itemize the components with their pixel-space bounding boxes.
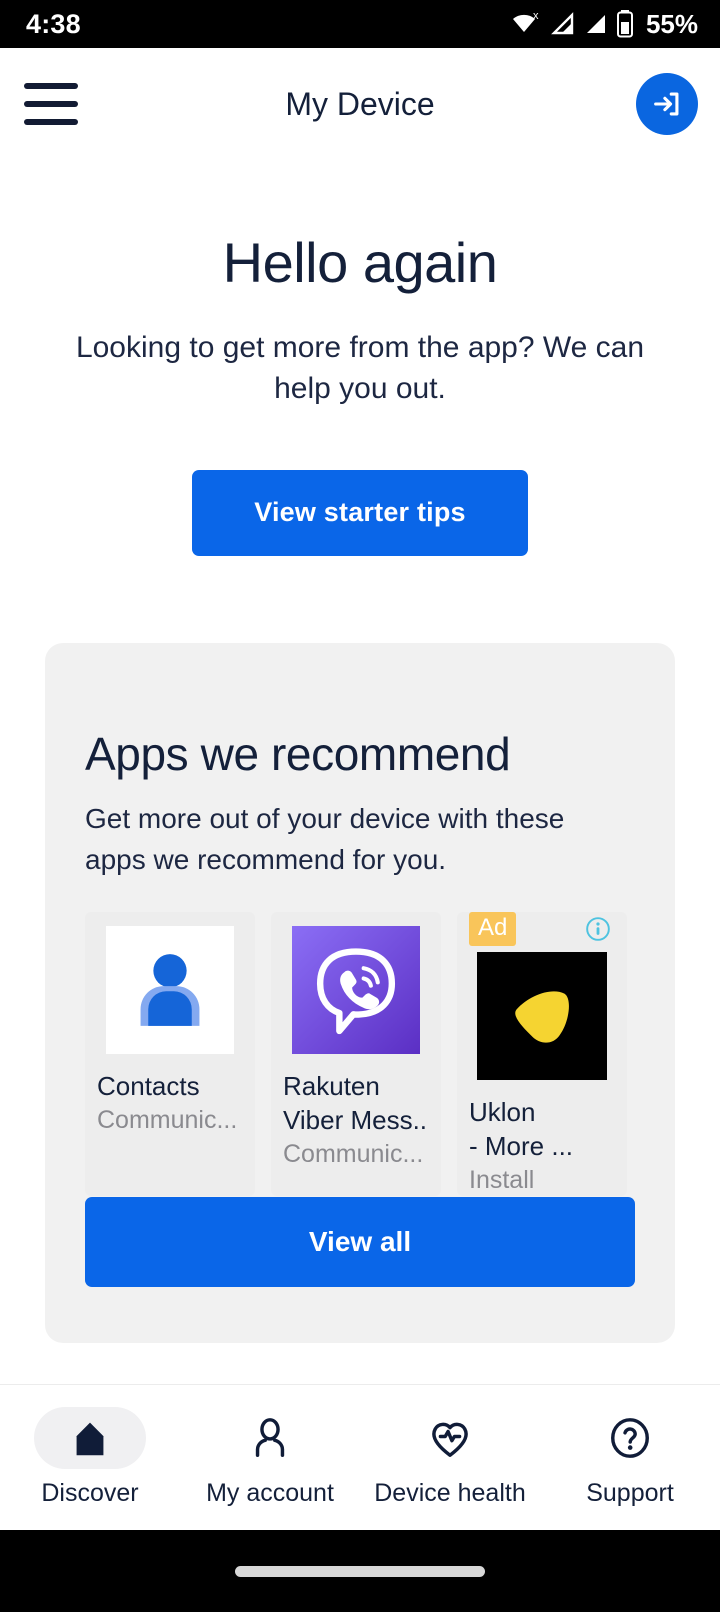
view-starter-tips-button[interactable]: View starter tips (192, 469, 528, 556)
app-category: Communic... (97, 1105, 238, 1134)
app-screen: 4:38 x 55% My Device Hello again Looking… (0, 0, 720, 1612)
nav-label: Discover (41, 1479, 139, 1507)
nav-label: My account (206, 1479, 334, 1507)
heart-pulse-icon (432, 1422, 468, 1457)
view-all-button[interactable]: View all (85, 1197, 635, 1287)
app-name: Rakuten (283, 1071, 380, 1102)
app-install-label: Install (469, 1165, 535, 1194)
home-icon (76, 1422, 104, 1456)
status-bar: 4:38 x 55% (0, 0, 720, 48)
battery-percentage: 55% (645, 8, 698, 39)
card-description: Get more out of your device with these a… (85, 803, 565, 875)
person-icon (255, 1418, 285, 1457)
app-name-line2: - More ... (469, 1130, 574, 1161)
system-gesture-bar (0, 1530, 720, 1612)
hamburger-menu-icon[interactable] (24, 83, 78, 125)
sign-in-icon (654, 92, 679, 116)
nav-item-my-account[interactable]: My account (180, 1407, 360, 1508)
app-name-line2: Viber Mess... (283, 1104, 429, 1135)
battery-icon (616, 10, 633, 38)
nav-icon-background (34, 1407, 146, 1469)
status-bar-indicators: x 55% (512, 9, 698, 40)
nav-icon-background (214, 1407, 326, 1469)
nav-icon-background (574, 1407, 686, 1469)
bottom-navigation: Discover My account Device health Suppor… (0, 1384, 720, 1530)
info-icon[interactable] (585, 916, 611, 942)
app-tile-uklon-ad[interactable]: Ad Uklon - More ... Install (457, 912, 627, 1197)
contacts-person-icon (106, 926, 234, 1055)
gesture-handle[interactable] (235, 1565, 485, 1577)
nav-label: Support (586, 1479, 674, 1507)
hero-heading: Hello again (222, 231, 498, 294)
page-title: My Device (285, 85, 435, 122)
uklon-yellow-triangle-icon (515, 991, 569, 1043)
sign-in-button[interactable] (636, 73, 698, 135)
app-tile-viber[interactable]: Rakuten Viber Mess... Communic... (271, 912, 441, 1197)
card-heading: Apps we recommend (85, 728, 511, 780)
ad-header: Ad (469, 912, 615, 952)
hero-section: Hello again Looking to get more from the… (0, 160, 720, 556)
status-bar-clock: 4:38 (26, 8, 81, 39)
ad-thumbnail (477, 952, 607, 1081)
app-tile-contacts[interactable]: Contacts Communic... (85, 912, 255, 1197)
nav-item-discover[interactable]: Discover (0, 1407, 180, 1508)
hero-subheading: Looking to get more from the app? We can… (75, 330, 645, 406)
cellular-signal-2-icon (586, 15, 605, 33)
app-category: Communic... (283, 1139, 424, 1168)
app-bar: My Device (0, 48, 720, 160)
apps-we-recommend-card: Apps we recommend Get more out of your d… (45, 643, 675, 1343)
nav-icon-background (394, 1407, 506, 1469)
cellular-signal-1-icon (551, 12, 574, 35)
nav-item-support[interactable]: Support (540, 1407, 720, 1508)
app-name: Uklon (469, 1097, 536, 1128)
recommended-apps-list: Contacts Communic... Rakuten Viber Mess.… (85, 912, 635, 1197)
app-name: Contacts (97, 1071, 200, 1102)
ad-badge: Ad (469, 912, 517, 946)
nav-item-device-health[interactable]: Device health (360, 1407, 540, 1508)
svg-text:x: x (533, 10, 539, 22)
viber-phone-bubble-icon (292, 926, 420, 1055)
nav-label: Device health (374, 1479, 526, 1507)
wifi-no-internet-icon: x (512, 10, 539, 32)
question-circle-icon (611, 1418, 649, 1458)
